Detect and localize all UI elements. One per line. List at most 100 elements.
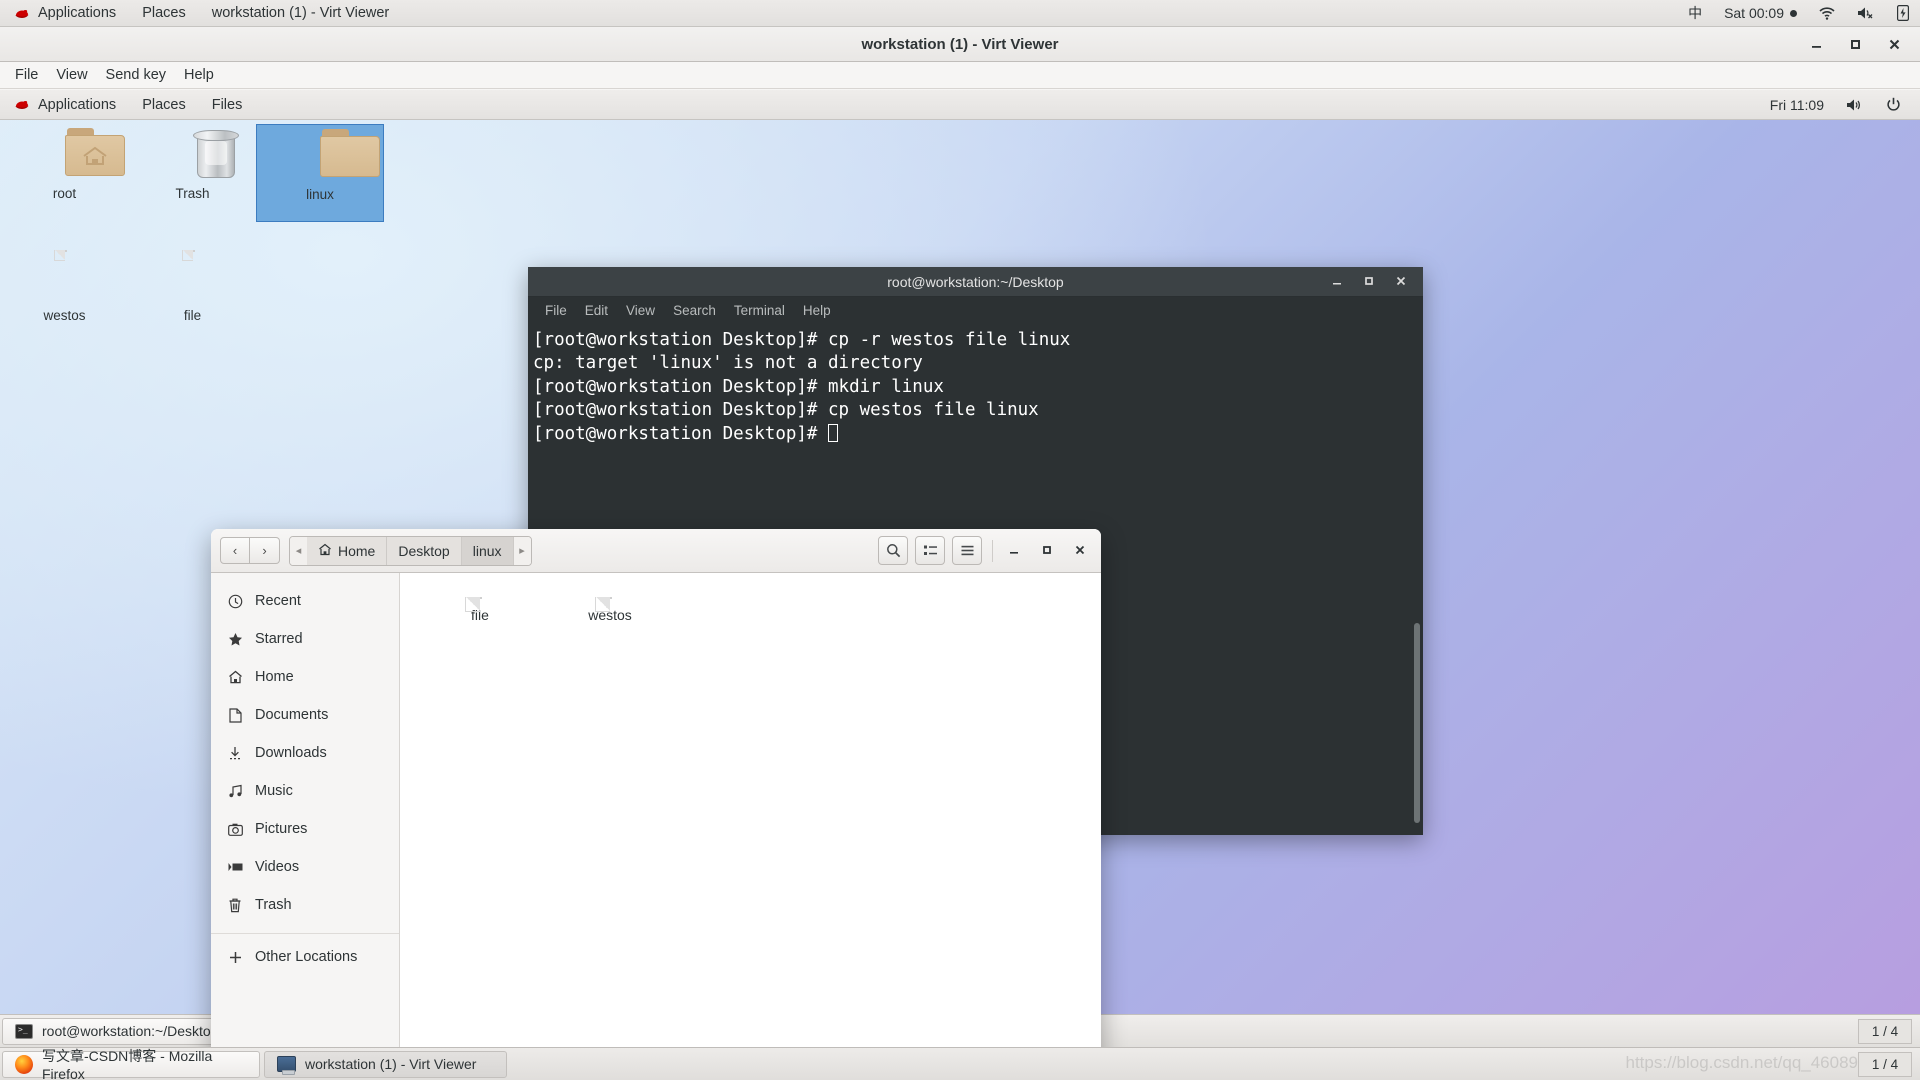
file-manager-window[interactable]: ‹ › ◂ Home Desktop linux ▸ Recent Starre… xyxy=(211,529,1101,1047)
minimize-button[interactable] xyxy=(1808,36,1825,53)
sidebar-item-documents[interactable]: Documents xyxy=(211,696,399,734)
battery-charging-icon[interactable] xyxy=(1886,0,1920,27)
host-applications-menu[interactable]: Applications xyxy=(0,0,129,27)
file-list-view[interactable]: file westos xyxy=(400,573,1101,1047)
desktop-icon-trash[interactable]: Trash xyxy=(130,128,255,226)
sidebar-item-other-locations[interactable]: Other Locations xyxy=(211,938,399,976)
maximize-button[interactable] xyxy=(1040,543,1053,559)
host-clock[interactable]: Sat 00:09 xyxy=(1713,0,1808,27)
back-button[interactable]: ‹ xyxy=(220,537,250,564)
menu-view[interactable]: View xyxy=(47,62,96,89)
host-places-label: Places xyxy=(142,5,186,21)
input-method-indicator[interactable]: 中 xyxy=(1677,0,1713,27)
host-applications-label: Applications xyxy=(38,5,117,21)
document-icon xyxy=(34,250,96,306)
breadcrumb-home[interactable]: Home xyxy=(307,536,388,565)
breadcrumb-desktop[interactable]: Desktop xyxy=(387,536,462,565)
home-icon xyxy=(318,543,332,559)
terminal-line: [root@workstation Desktop]# cp -r westos… xyxy=(533,330,1071,350)
scrollbar-thumb[interactable] xyxy=(1414,623,1420,823)
file-manager-header: ‹ › ◂ Home Desktop linux ▸ xyxy=(211,529,1101,573)
terminal-menu-edit[interactable]: Edit xyxy=(576,303,617,318)
volume-muted-icon[interactable] xyxy=(1846,0,1886,27)
breadcrumb-left-arrow[interactable]: ◂ xyxy=(290,536,307,565)
breadcrumb-right-arrow[interactable]: ▸ xyxy=(513,536,531,565)
desktop-icon-linux[interactable]: linux xyxy=(256,124,384,222)
desktop-icon-label: root xyxy=(52,186,77,201)
menu-file[interactable]: File xyxy=(6,62,47,89)
close-button[interactable] xyxy=(1073,543,1086,559)
virt-viewer-titlebar[interactable]: workstation (1) - Virt Viewer xyxy=(0,27,1920,62)
document-icon xyxy=(227,707,243,723)
file-grid: file westos xyxy=(426,597,1101,623)
terminal-titlebar[interactable]: root@workstation:~/Desktop xyxy=(528,267,1423,297)
sidebar-item-music[interactable]: Music xyxy=(211,772,399,810)
host-places-menu[interactable]: Places xyxy=(129,0,199,27)
sidebar-item-recent[interactable]: Recent xyxy=(211,582,399,620)
terminal-menu-view[interactable]: View xyxy=(617,303,664,318)
star-icon xyxy=(227,631,243,647)
sidebar-item-downloads[interactable]: Downloads xyxy=(211,734,399,772)
host-top-panel: Applications Places workstation (1) - Vi… xyxy=(0,0,1920,27)
close-button[interactable] xyxy=(1394,274,1408,290)
hamburger-menu-icon[interactable] xyxy=(952,536,982,565)
file-manager-toolbar xyxy=(878,536,1092,565)
minimize-button[interactable] xyxy=(1007,543,1020,559)
desktop-icon-label: file xyxy=(183,308,202,323)
guest-applications-menu[interactable]: Applications xyxy=(0,91,129,118)
maximize-button[interactable] xyxy=(1362,274,1376,290)
volume-icon[interactable] xyxy=(1835,91,1875,118)
redhat-logo-icon xyxy=(13,98,31,111)
desktop-icon-label: westos xyxy=(43,308,86,323)
guest-desktop[interactable]: root Trash linux westos file root@workst… xyxy=(0,120,1920,1047)
sidebar-item-trash[interactable]: Trash xyxy=(211,886,399,924)
wifi-icon[interactable] xyxy=(1808,0,1846,27)
virt-viewer-menubar: File View Send key Help xyxy=(0,62,1920,89)
guest-clock[interactable]: Fri 11:09 xyxy=(1759,91,1835,118)
terminal-menu-file[interactable]: File xyxy=(536,303,576,318)
taskbar-item-firefox[interactable]: 写文章-CSDN博客 - Mozilla Firefox xyxy=(2,1048,260,1080)
desktop-icon-root[interactable]: root xyxy=(2,128,127,226)
host-workspace-indicator[interactable]: 1 / 4 xyxy=(1858,1051,1912,1077)
home-icon xyxy=(227,669,243,685)
download-icon xyxy=(227,745,243,761)
terminal-menu-help[interactable]: Help xyxy=(794,303,840,318)
host-status-area: 中 Sat 00:09 xyxy=(1677,0,1920,27)
terminal-menu-terminal[interactable]: Terminal xyxy=(725,303,794,318)
desktop-icon-file[interactable]: file xyxy=(130,250,255,335)
terminal-window-controls xyxy=(1330,274,1423,290)
sidebar-item-starred[interactable]: Starred xyxy=(211,620,399,658)
terminal-scrollbar[interactable] xyxy=(1411,323,1423,835)
guest-places-menu[interactable]: Places xyxy=(129,91,199,118)
taskbar-item-virt-viewer[interactable]: workstation (1) - Virt Viewer xyxy=(264,1050,507,1078)
list-view-icon[interactable] xyxy=(915,536,945,565)
music-icon xyxy=(227,783,243,799)
breadcrumb-linux[interactable]: linux xyxy=(461,536,514,565)
csdn-watermark: https://blog.csdn.net/qq_46089 xyxy=(1625,1053,1858,1072)
minimize-button[interactable] xyxy=(1330,274,1344,290)
search-icon[interactable] xyxy=(878,536,908,565)
guest-files-menu[interactable]: Files xyxy=(199,91,256,118)
menu-help[interactable]: Help xyxy=(175,62,223,89)
trash-icon xyxy=(162,128,239,184)
terminal-line: [root@workstation Desktop]# mkdir linux xyxy=(533,376,944,397)
desktop-icon-westos[interactable]: westos xyxy=(2,250,127,335)
maximize-button[interactable] xyxy=(1847,36,1864,53)
power-icon[interactable] xyxy=(1875,91,1912,118)
host-active-window-label[interactable]: workstation (1) - Virt Viewer xyxy=(199,0,403,27)
terminal-prompt-line: [root@workstation Desktop]# xyxy=(530,423,1423,446)
terminal-menu-search[interactable]: Search xyxy=(664,303,725,318)
close-button[interactable] xyxy=(1886,36,1903,53)
sidebar-item-pictures[interactable]: Pictures xyxy=(211,810,399,848)
forward-button[interactable]: › xyxy=(250,537,280,564)
clock-icon xyxy=(227,593,243,609)
desktop-icon-label: Trash xyxy=(175,186,210,201)
sidebar-item-home[interactable]: Home xyxy=(211,658,399,696)
file-item[interactable]: westos xyxy=(556,597,664,623)
video-icon xyxy=(227,859,243,875)
menu-send-key[interactable]: Send key xyxy=(97,62,175,89)
virt-viewer-title: workstation (1) - Virt Viewer xyxy=(861,35,1059,53)
file-item[interactable]: file xyxy=(426,597,534,623)
sidebar-item-videos[interactable]: Videos xyxy=(211,848,399,886)
guest-workspace-indicator[interactable]: 1 / 4 xyxy=(1858,1018,1912,1044)
